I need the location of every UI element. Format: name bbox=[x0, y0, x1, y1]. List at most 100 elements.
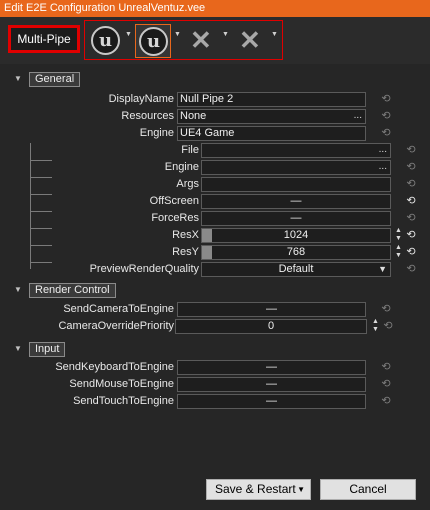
reset-icon[interactable]: ⟲ bbox=[405, 211, 417, 225]
reset-icon[interactable]: ⟲ bbox=[405, 245, 417, 259]
reset-icon[interactable]: ⟲ bbox=[380, 394, 392, 408]
prop-send-mouse: SendMouseToEngine — ⟲ bbox=[0, 376, 430, 393]
prop-file: File ... ⟲ bbox=[0, 142, 430, 159]
reset-icon[interactable]: ⟲ bbox=[380, 109, 392, 123]
save-restart-label: Save & Restart bbox=[215, 482, 296, 496]
section-general[interactable]: ▼ General bbox=[0, 72, 430, 87]
prop-resx: ResX 1024 ▲ ▼ ⟲ bbox=[0, 227, 430, 244]
reset-icon[interactable]: ⟲ bbox=[380, 302, 392, 316]
prop-label: Args bbox=[176, 178, 199, 190]
reset-icon[interactable]: ⟲ bbox=[382, 319, 394, 333]
pipe-2-dropdown-icon[interactable]: ▼ bbox=[174, 31, 181, 38]
pipe-4-dropdown-icon[interactable]: ▼ bbox=[271, 31, 278, 38]
forceres-toggle[interactable]: — bbox=[201, 211, 391, 226]
cancel-button[interactable]: Cancel bbox=[320, 479, 416, 500]
slider-fill bbox=[202, 229, 212, 242]
prop-label: Resources bbox=[121, 110, 174, 122]
reset-icon[interactable]: ⟲ bbox=[405, 194, 417, 208]
prop-label: SendTouchToEngine bbox=[73, 395, 174, 407]
preview-quality-select[interactable]: Default ▼ bbox=[201, 262, 391, 277]
send-touch-toggle[interactable]: — bbox=[177, 394, 366, 409]
prop-label: ForceRes bbox=[151, 212, 199, 224]
dropdown-arrow-icon: ▼ bbox=[378, 264, 387, 274]
pipe-group: u ▼ u ▼ ✕ ▼ ✕ ▼ bbox=[84, 20, 283, 60]
resx-slider[interactable]: 1024 bbox=[201, 228, 391, 243]
prop-label: SendCameraToEngine bbox=[63, 303, 174, 315]
prop-label: File bbox=[181, 144, 199, 156]
expand-icon[interactable]: ▼ bbox=[14, 72, 22, 86]
pipe-1-dropdown-icon[interactable]: ▼ bbox=[125, 31, 132, 38]
pipe-toolbar: Multi-Pipe u ▼ u ▼ ✕ ▼ ✕ ▼ bbox=[0, 17, 430, 64]
reset-icon[interactable]: ⟲ bbox=[405, 262, 417, 276]
expand-icon[interactable]: ▼ bbox=[14, 283, 22, 297]
prop-label: ResX bbox=[172, 229, 199, 241]
reset-icon[interactable]: ⟲ bbox=[405, 143, 417, 157]
save-restart-button[interactable]: Save & Restart ▼ bbox=[206, 479, 311, 500]
reset-icon[interactable]: ⟲ bbox=[380, 360, 392, 374]
prop-label: Engine bbox=[139, 127, 174, 139]
pipe-3-dropdown-icon[interactable]: ▼ bbox=[222, 31, 229, 38]
prop-label: PreviewRenderQuality bbox=[89, 263, 199, 275]
prop-forceres: ForceRes — ⟲ bbox=[0, 210, 430, 227]
unreal-logo-icon: u bbox=[91, 26, 120, 55]
prop-displayname: DisplayName Null Pipe 2 ⟲ bbox=[0, 91, 430, 108]
prop-camera-override: CameraOverridePriority 0 ▲ ▼ ⟲ bbox=[0, 318, 430, 335]
prop-offscreen: OffScreen — ⟲ bbox=[0, 193, 430, 210]
section-general-label[interactable]: General bbox=[29, 72, 81, 87]
browse-button[interactable]: ... bbox=[354, 110, 362, 122]
reset-icon[interactable]: ⟲ bbox=[380, 377, 392, 391]
pipe-button-1[interactable]: u bbox=[88, 24, 124, 58]
reset-icon[interactable]: ⟲ bbox=[380, 92, 392, 106]
slider-fill bbox=[202, 246, 212, 259]
pipe-button-4[interactable]: ✕ bbox=[233, 24, 269, 58]
prop-label: SendKeyboardToEngine bbox=[55, 361, 174, 373]
prop-child-engine: Engine ... ⟲ bbox=[0, 159, 430, 176]
resy-spinner[interactable]: ▲ ▼ bbox=[394, 244, 403, 261]
unreal-logo-icon: u bbox=[139, 27, 168, 56]
child-engine-input[interactable]: ... bbox=[201, 160, 391, 175]
prop-label: ResY bbox=[172, 246, 199, 258]
pipe-button-3[interactable]: ✕ bbox=[184, 24, 220, 58]
multi-pipe-button[interactable]: Multi-Pipe bbox=[8, 25, 80, 53]
prop-send-camera: SendCameraToEngine — ⟲ bbox=[0, 301, 430, 318]
resources-input[interactable]: None... bbox=[177, 109, 366, 124]
offscreen-toggle[interactable]: — bbox=[201, 194, 391, 209]
prop-label: Engine bbox=[164, 161, 199, 173]
send-mouse-toggle[interactable]: — bbox=[177, 377, 366, 392]
prop-preview-render-quality: PreviewRenderQuality Default ▼ ⟲ bbox=[0, 261, 430, 278]
prop-engine: Engine UE4 Game ⟲ bbox=[0, 125, 430, 142]
displayname-input[interactable]: Null Pipe 2 bbox=[177, 92, 366, 107]
expand-icon[interactable]: ▼ bbox=[14, 342, 22, 356]
browse-button[interactable]: ... bbox=[379, 161, 387, 173]
engine-input[interactable]: UE4 Game bbox=[177, 126, 366, 141]
send-camera-toggle[interactable]: — bbox=[177, 302, 366, 317]
reset-icon[interactable]: ⟲ bbox=[380, 126, 392, 140]
send-keyboard-toggle[interactable]: — bbox=[177, 360, 366, 375]
prop-label: SendMouseToEngine bbox=[69, 378, 174, 390]
prop-label: CameraOverridePriority bbox=[58, 320, 174, 332]
reset-icon[interactable]: ⟲ bbox=[405, 160, 417, 174]
property-panel: ▼ General DisplayName Null Pipe 2 ⟲ Reso… bbox=[0, 64, 430, 510]
section-render-control[interactable]: ▼ Render Control bbox=[0, 283, 430, 298]
args-input[interactable] bbox=[201, 177, 391, 192]
prop-send-touch: SendTouchToEngine — ⟲ bbox=[0, 393, 430, 410]
browse-button[interactable]: ... bbox=[379, 144, 387, 156]
prop-resources: Resources None... ⟲ bbox=[0, 108, 430, 125]
prop-label: DisplayName bbox=[108, 93, 174, 105]
close-x-icon: ✕ bbox=[190, 25, 212, 55]
prop-args: Args ⟲ bbox=[0, 176, 430, 193]
pipe-button-2[interactable]: u bbox=[135, 24, 171, 58]
resx-spinner[interactable]: ▲ ▼ bbox=[394, 227, 403, 244]
reset-icon[interactable]: ⟲ bbox=[405, 228, 417, 242]
camera-override-spinner[interactable]: ▲ ▼ bbox=[371, 318, 380, 335]
window-title: Edit E2E Configuration UnrealVentuz.vee bbox=[0, 0, 430, 17]
section-render-control-label[interactable]: Render Control bbox=[29, 283, 116, 298]
prop-label: OffScreen bbox=[149, 195, 199, 207]
reset-icon[interactable]: ⟲ bbox=[405, 177, 417, 191]
save-dropdown-icon[interactable]: ▼ bbox=[297, 480, 305, 499]
section-input-label[interactable]: Input bbox=[29, 342, 66, 357]
file-input[interactable]: ... bbox=[201, 143, 391, 158]
camera-override-input[interactable]: 0 bbox=[175, 319, 367, 334]
section-input[interactable]: ▼ Input bbox=[0, 342, 430, 357]
resy-slider[interactable]: 768 bbox=[201, 245, 391, 260]
